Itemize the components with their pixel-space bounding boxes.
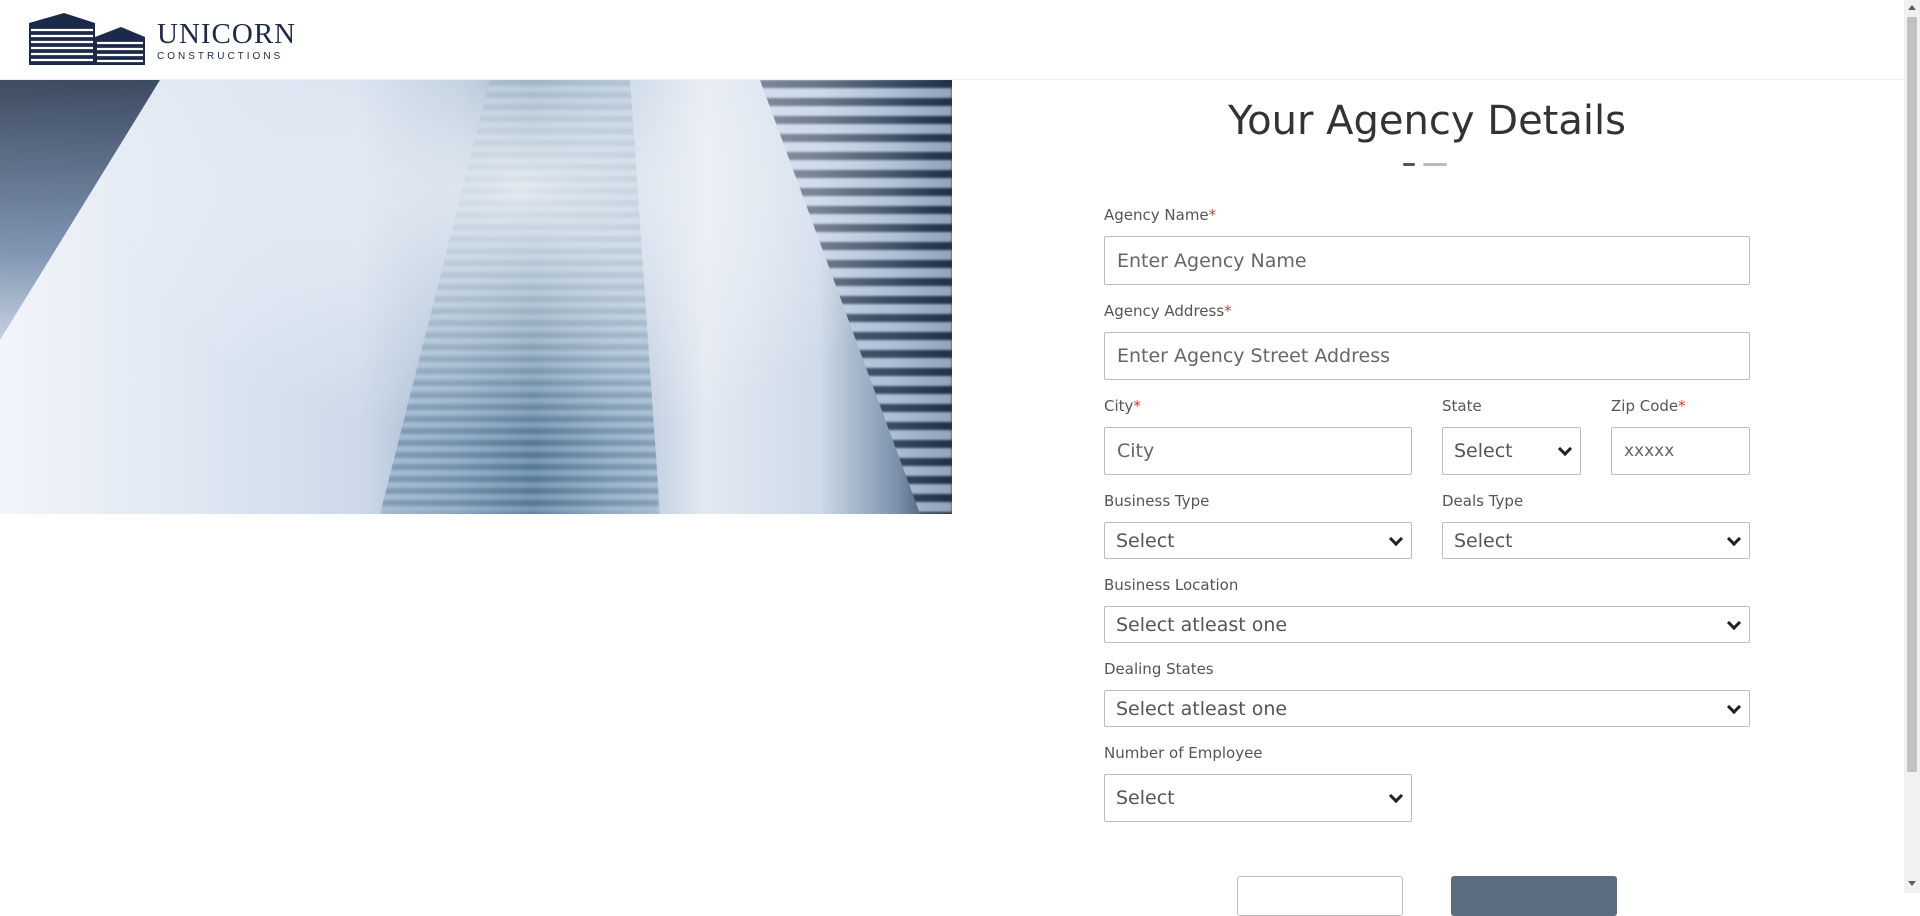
chevron-down-icon bbox=[1557, 441, 1573, 457]
business-location-value: Select atleast one bbox=[1116, 613, 1288, 636]
page-title: Your Agency Details bbox=[1228, 98, 1626, 144]
city-input[interactable]: City bbox=[1104, 427, 1412, 475]
business-type-select[interactable]: Select bbox=[1104, 522, 1412, 559]
step-2-indicator bbox=[1423, 163, 1447, 166]
deals-type-select[interactable]: Select bbox=[1442, 522, 1750, 559]
city-label: City* bbox=[1104, 397, 1141, 415]
scroll-up-icon[interactable] bbox=[1908, 5, 1916, 10]
dealing-states-label: Dealing States bbox=[1104, 660, 1214, 678]
agency-name-placeholder: Enter Agency Name bbox=[1117, 249, 1307, 272]
business-location-select[interactable]: Select atleast one bbox=[1104, 606, 1750, 643]
step-1-indicator bbox=[1403, 163, 1415, 166]
state-label: State bbox=[1442, 397, 1482, 415]
chevron-down-icon bbox=[1726, 531, 1742, 546]
brand-logo[interactable]: UNICORN CONSTRUCTIONS bbox=[29, 13, 296, 67]
business-location-label: Business Location bbox=[1104, 576, 1239, 594]
agency-address-input[interactable]: Enter Agency Street Address bbox=[1104, 332, 1750, 380]
state-select[interactable]: Select bbox=[1442, 427, 1581, 475]
agency-name-label: Agency Name* bbox=[1104, 206, 1217, 224]
scroll-thumb[interactable] bbox=[1907, 17, 1917, 772]
business-type-label: Business Type bbox=[1104, 492, 1210, 510]
agency-name-input[interactable]: Enter Agency Name bbox=[1104, 236, 1750, 285]
next-button[interactable] bbox=[1451, 876, 1617, 916]
zip-code-placeholder: xxxxx bbox=[1624, 441, 1675, 461]
step-indicator bbox=[1403, 163, 1447, 166]
vertical-scrollbar[interactable] bbox=[1904, 0, 1920, 893]
scroll-down-icon[interactable] bbox=[1908, 881, 1916, 886]
back-button[interactable] bbox=[1237, 876, 1403, 916]
employees-select[interactable]: Select bbox=[1104, 774, 1412, 822]
chevron-down-icon bbox=[1388, 788, 1404, 804]
building-logo-icon bbox=[29, 13, 145, 65]
hero-image bbox=[0, 80, 952, 514]
state-value: Select bbox=[1454, 440, 1513, 462]
chevron-down-icon bbox=[1726, 615, 1742, 630]
zip-code-label: Zip Code* bbox=[1611, 397, 1686, 415]
top-header: UNICORN CONSTRUCTIONS bbox=[0, 0, 1904, 80]
deals-type-label: Deals Type bbox=[1442, 492, 1524, 510]
deals-type-value: Select bbox=[1454, 529, 1513, 552]
hero-fog bbox=[0, 80, 952, 514]
chevron-down-icon bbox=[1726, 699, 1742, 714]
zip-code-input[interactable]: xxxxx bbox=[1611, 427, 1750, 475]
dealing-states-value: Select atleast one bbox=[1116, 697, 1288, 720]
agency-address-placeholder: Enter Agency Street Address bbox=[1117, 345, 1390, 367]
brand-text: UNICORN CONSTRUCTIONS bbox=[157, 19, 296, 62]
employees-label: Number of Employee bbox=[1104, 744, 1263, 762]
chevron-down-icon bbox=[1388, 531, 1404, 546]
agency-address-label: Agency Address* bbox=[1104, 302, 1232, 320]
brand-name: UNICORN bbox=[157, 17, 297, 50]
city-placeholder: City bbox=[1117, 440, 1155, 462]
dealing-states-select[interactable]: Select atleast one bbox=[1104, 690, 1750, 727]
employees-value: Select bbox=[1116, 787, 1175, 809]
business-type-value: Select bbox=[1116, 529, 1175, 552]
brand-tagline: CONSTRUCTIONS bbox=[157, 50, 284, 62]
